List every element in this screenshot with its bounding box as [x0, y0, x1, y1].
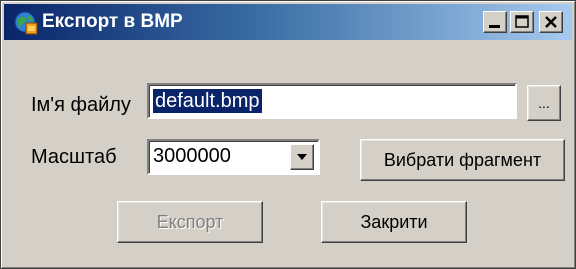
- close-icon: [545, 16, 557, 28]
- select-fragment-button[interactable]: Вибрати фрагмент: [360, 139, 565, 181]
- export-bmp-dialog: Експорт в BMP Ім'я файлу default.bmp ...…: [0, 0, 576, 269]
- filename-label: Ім'я файлу: [31, 94, 131, 116]
- scale-select[interactable]: 3000000: [147, 139, 320, 175]
- filename-value: default.bmp: [153, 89, 262, 113]
- close-dialog-button[interactable]: Закрити: [321, 201, 467, 243]
- scale-value: 3000000: [153, 145, 231, 167]
- maximize-icon: [515, 15, 529, 28]
- minimize-button[interactable]: [483, 11, 507, 33]
- title-bar[interactable]: Експорт в BMP: [4, 4, 572, 40]
- filename-input[interactable]: default.bmp: [147, 83, 517, 119]
- window-title: Експорт в BMP: [42, 11, 183, 32]
- close-button[interactable]: [539, 11, 563, 33]
- minimize-icon: [489, 25, 500, 28]
- scale-label: Масштаб: [31, 146, 117, 168]
- maximize-button[interactable]: [510, 11, 534, 33]
- browse-button[interactable]: ...: [527, 85, 561, 121]
- export-button[interactable]: Експорт: [117, 201, 263, 243]
- chevron-down-icon: [297, 154, 307, 160]
- scale-dropdown-button[interactable]: [290, 144, 314, 170]
- app-globe-icon: [14, 11, 38, 35]
